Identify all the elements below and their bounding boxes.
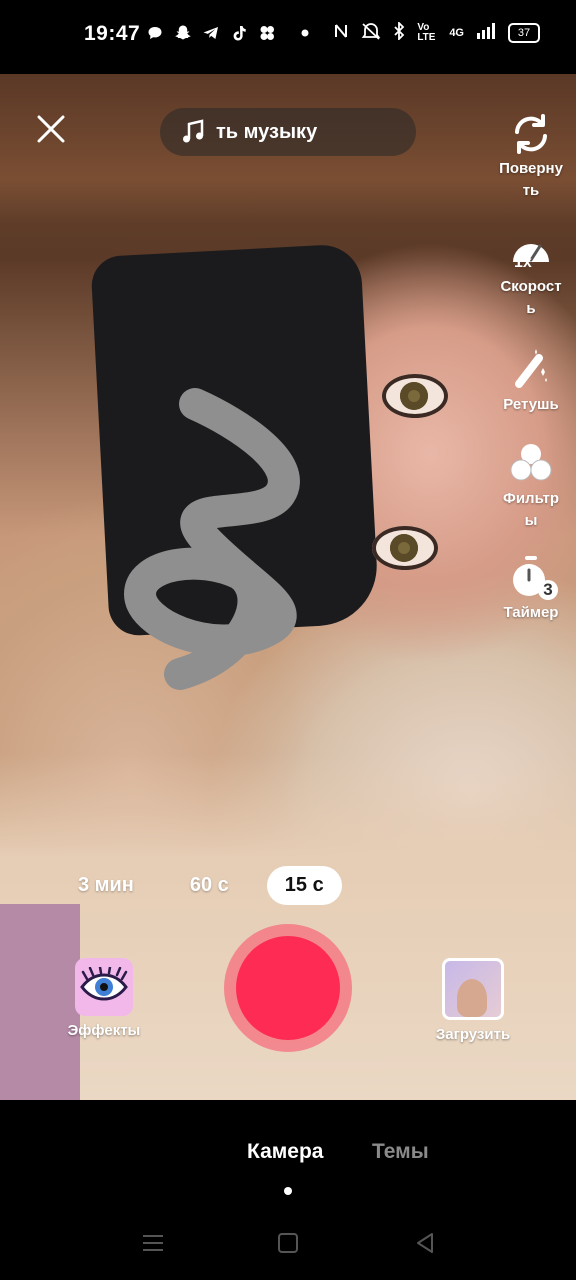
speed-badge: 1x: [514, 254, 532, 271]
music-note-icon: [183, 119, 204, 143]
duration-selector: 3 мин 60 с 15 с: [60, 866, 342, 905]
upload-button[interactable]: Загрузить: [430, 958, 516, 1043]
retouch-button[interactable]: Ретушь: [486, 346, 576, 416]
add-music-button[interactable]: ть музыку: [160, 108, 416, 156]
retouch-wand-icon: [515, 349, 547, 388]
tiktok-icon: [230, 24, 248, 42]
effects-label: Эффекты: [67, 1022, 141, 1039]
retouch-label: Ретушь: [503, 396, 559, 413]
upload-label: Загрузить: [435, 1026, 511, 1043]
duration-60s[interactable]: 60 с: [172, 866, 247, 905]
status-left-icons: [146, 24, 314, 42]
tab-themes[interactable]: Темы: [372, 1140, 429, 1164]
record-button[interactable]: [224, 924, 352, 1052]
duration-15s[interactable]: 15 с: [266, 866, 342, 905]
mute-icon: [361, 22, 381, 43]
effects-eye-icon: [75, 958, 133, 1016]
upload-thumbnail: [442, 958, 504, 1020]
status-bar: 19:47 Vo LTE 4G 37: [0, 0, 576, 74]
status-time: 19:47: [84, 22, 141, 45]
eye-region: [372, 526, 438, 570]
telegram-icon: [202, 24, 220, 42]
filters-label: Фильтр ы: [503, 490, 559, 529]
speed-button[interactable]: 1x Скорост ь: [486, 228, 576, 320]
status-right-icons: Vo LTE 4G 37: [333, 20, 540, 43]
drawn-squiggle: [124, 388, 300, 690]
home-square-icon[interactable]: [273, 1228, 303, 1258]
record-button-core: [236, 936, 340, 1040]
flip-camera-button[interactable]: Поверну ть: [486, 110, 576, 202]
menu-icon[interactable]: [138, 1228, 168, 1258]
effects-button[interactable]: Эффекты: [62, 958, 146, 1039]
battery-icon: 37: [508, 22, 540, 43]
dot-icon: [296, 24, 314, 42]
signal-icon: [476, 22, 496, 43]
filters-button[interactable]: Фильтр ы: [486, 440, 576, 532]
speed-label: Скорост ь: [500, 278, 562, 317]
back-triangle-icon[interactable]: [410, 1228, 440, 1258]
filters-icon: [510, 444, 552, 481]
network-type: 4G: [449, 26, 464, 39]
active-tab-indicator: [284, 1187, 292, 1195]
volte-icon: Vo LTE: [417, 21, 436, 43]
timer-badge: 3: [538, 580, 558, 600]
flip-camera-icon: [515, 114, 547, 154]
close-icon: [37, 115, 65, 143]
dots-app-icon: [258, 24, 276, 42]
timer-button[interactable]: 3 Таймер: [486, 554, 576, 624]
tab-camera[interactable]: Камера: [247, 1140, 323, 1164]
nfc-icon: [333, 22, 349, 43]
eye-region: [382, 374, 448, 418]
snapchat-icon: [174, 24, 192, 42]
bluetooth-icon: [393, 20, 405, 43]
battery-level: 37: [517, 26, 531, 39]
timer-label: Таймер: [503, 604, 559, 621]
bottom-bar: Камера Темы: [0, 1100, 576, 1280]
close-button[interactable]: [34, 112, 68, 146]
flip-camera-label: Поверну ть: [499, 160, 563, 199]
add-music-label: ть музыку: [216, 120, 318, 143]
chat-icon: [146, 24, 164, 42]
duration-3min[interactable]: 3 мин: [60, 866, 152, 905]
